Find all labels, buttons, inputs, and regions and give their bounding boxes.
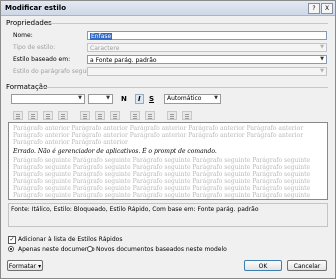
name-field[interactable]: Ênfase [87, 31, 327, 40]
justify-icon [58, 111, 68, 120]
increase-indent-icon [182, 111, 192, 120]
underline-button[interactable]: S [149, 94, 154, 104]
double-spacing-icon [110, 111, 120, 120]
preview-previous-paragraph: Parágrafo anterior Parágrafo anterior Pa… [13, 125, 304, 146]
new-documents-label: Novos documentos baseados neste modelo [96, 246, 227, 253]
close-button[interactable]: X [321, 3, 333, 14]
add-quick-styles-checkbox[interactable]: ✓ [8, 236, 16, 244]
cancel-button[interactable]: Cancelar [287, 260, 327, 271]
style-type-value: Caractere [90, 45, 120, 52]
based-on-select[interactable]: a Fonte parág. padrão ▼ [87, 55, 327, 64]
font-color-value: Automático [167, 95, 202, 102]
only-this-document-radio[interactable] [8, 246, 14, 252]
only-this-document-label: Apenas neste documento [18, 246, 95, 253]
chevron-down-icon: ▼ [320, 68, 324, 74]
font-color-select[interactable]: Automático ▼ [164, 94, 221, 104]
align-center-icon [28, 111, 38, 120]
decrease-indent-icon [167, 111, 177, 120]
preview-next-paragraph: Parágrafo seguinte Parágrafo seguinte Pa… [13, 157, 311, 199]
ok-button[interactable]: OK [244, 260, 282, 271]
space-after-icon [145, 111, 155, 120]
preview-sample-text: Errado. Não é gerenciador de aplicativos… [13, 148, 217, 155]
chevron-down-icon[interactable]: ▼ [104, 95, 112, 102]
name-label: Nome: [13, 32, 33, 39]
bold-button[interactable]: N [121, 94, 127, 104]
style-description: Fonte: Itálico, Estilo: Bloqueado, Estil… [8, 203, 328, 227]
title-bar: Modificar estilo ? X [1, 1, 335, 16]
align-left-icon [13, 111, 23, 120]
help-button[interactable]: ? [308, 3, 320, 14]
one-half-spacing-icon [95, 111, 105, 120]
chevron-down-icon: ▼ [320, 44, 324, 50]
based-on-value: a Fonte parág. padrão [90, 57, 157, 64]
style-type-label: Tipo de estilo: [13, 44, 56, 51]
italic-button[interactable]: I [135, 94, 144, 104]
format-button[interactable]: Formatar ▾ [7, 260, 43, 271]
style-preview: Parágrafo anterior Parágrafo anterior Pa… [8, 122, 328, 200]
chevron-down-icon[interactable]: ▼ [212, 95, 220, 102]
single-spacing-icon [80, 111, 90, 120]
modify-style-dialog: Modificar estilo ? X Propriedades Nome: … [0, 0, 336, 279]
properties-divider [45, 23, 328, 24]
based-on-label: Estilo baseado em: [13, 56, 71, 63]
name-value: Ênfase [90, 33, 113, 40]
align-right-icon [43, 111, 53, 120]
font-size-select[interactable]: ▼ [88, 94, 113, 104]
formatting-divider [41, 87, 328, 88]
font-select[interactable]: ▼ [11, 94, 85, 104]
add-quick-styles-label: Adicionar à lista de Estilos Rápidos [18, 236, 123, 243]
style-type-select: Caractere ▼ [87, 43, 327, 52]
space-before-icon [130, 111, 140, 120]
chevron-down-icon[interactable]: ▼ [318, 56, 326, 63]
chevron-down-icon[interactable]: ▼ [76, 95, 84, 102]
new-documents-radio[interactable] [87, 246, 93, 252]
next-paragraph-select: ▼ [87, 67, 327, 76]
dialog-title: Modificar estilo [5, 4, 67, 12]
